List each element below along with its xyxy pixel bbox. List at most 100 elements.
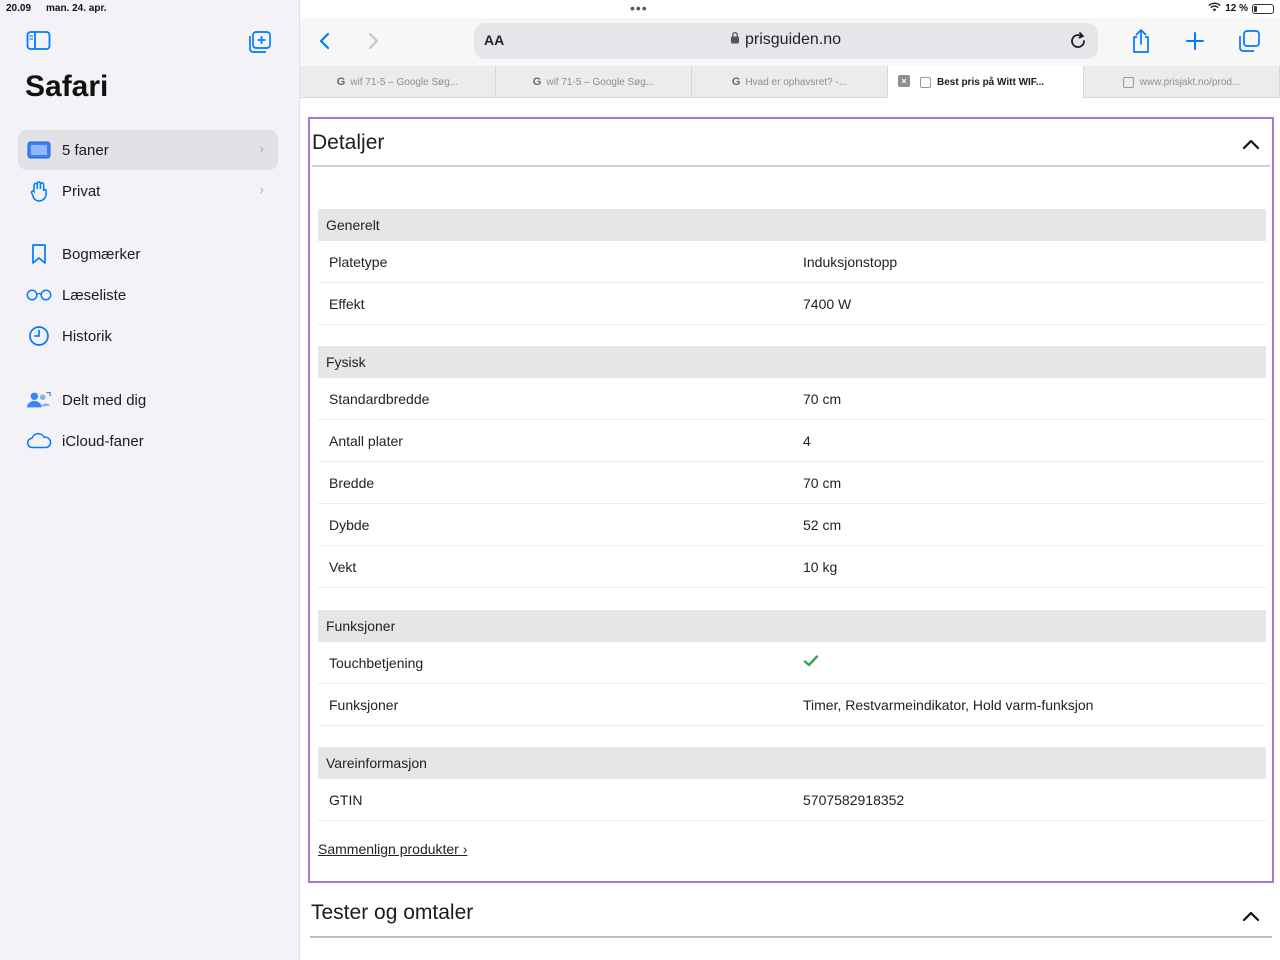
- tab-google-search-3[interactable]: G Hvad er ophavsret? -...: [692, 66, 888, 98]
- section-header: Generelt: [318, 209, 1266, 241]
- reload-icon[interactable]: [1066, 29, 1090, 53]
- status-right: 12 %: [1208, 2, 1274, 15]
- sidebar-item-history[interactable]: Historik: [18, 316, 278, 356]
- chevron-up-icon[interactable]: [1242, 909, 1260, 922]
- tabs-icon: [26, 139, 52, 161]
- wifi-icon: [1208, 2, 1221, 15]
- divider: [312, 165, 1270, 167]
- share-button[interactable]: [1126, 26, 1156, 56]
- table-row: Platetype Induksjonstopp: [318, 241, 1266, 283]
- page-favicon-icon: [920, 76, 931, 88]
- chevron-up-icon[interactable]: [1242, 137, 1260, 150]
- section-header: Vareinformasjon: [318, 747, 1266, 779]
- page-favicon-icon: [1122, 76, 1134, 88]
- row-label: Vekt: [329, 559, 357, 575]
- new-tab-group-icon[interactable]: [247, 30, 273, 54]
- table-row: Vekt 10 kg: [318, 546, 1266, 588]
- row-value: 70 cm: [803, 475, 842, 491]
- cloud-icon: [26, 430, 52, 452]
- tab-prisguiden-active[interactable]: × Best pris på Witt WIF...: [888, 66, 1084, 98]
- row-label: Funksjoner: [329, 697, 399, 713]
- tab-label: www.prisjakt.no/prod...: [1139, 76, 1241, 88]
- row-value: 52 cm: [803, 517, 842, 533]
- sidebar-item-icloud-tabs[interactable]: iCloud-faner: [18, 421, 278, 461]
- sidebar-item-tabs[interactable]: 5 faner ›: [18, 130, 278, 170]
- new-tab-button[interactable]: [1180, 26, 1210, 56]
- address-bar[interactable]: AA prisguiden.no: [474, 23, 1098, 59]
- table-row: Standardbredde 70 cm: [318, 378, 1266, 420]
- table-row: Dybde 52 cm: [318, 504, 1266, 546]
- status-time: 20.09: [6, 3, 32, 14]
- sidebar-item-label: Privat: [62, 182, 101, 200]
- battery-percent: 12 %: [1225, 3, 1248, 14]
- back-button[interactable]: [310, 26, 340, 56]
- tab-label: Best pris på Witt WIF...: [937, 76, 1045, 88]
- multitask-dots[interactable]: •••: [630, 0, 648, 16]
- sidebar: Safari 5 faner › Privat › Bogmærker Læse…: [0, 0, 300, 960]
- close-tab-icon[interactable]: ×: [898, 75, 910, 87]
- shared-people-icon: [26, 389, 52, 411]
- row-label: Antall plater: [329, 433, 403, 449]
- tab-label: wif 71-5 – Google Søg...: [546, 76, 655, 88]
- lock-icon: [730, 31, 740, 49]
- row-value: 4: [803, 433, 811, 449]
- row-label: GTIN: [329, 792, 363, 808]
- row-label: Platetype: [329, 254, 388, 270]
- details-panel: Detaljer Generelt Platetype Induksjonsto…: [308, 117, 1274, 883]
- google-favicon-icon: G: [336, 76, 346, 88]
- row-label: Touchbetjening: [329, 655, 424, 671]
- url-field[interactable]: prisguiden.no: [730, 31, 841, 49]
- sidebar-item-label: Bogmærker: [62, 245, 141, 263]
- bookmark-icon: [26, 243, 52, 265]
- tab-google-search-1[interactable]: G wif 71-5 – Google Søg...: [300, 66, 496, 98]
- row-label: Bredde: [329, 475, 375, 491]
- row-label: Effekt: [329, 296, 365, 312]
- web-content: Detaljer Generelt Platetype Induksjonsto…: [300, 98, 1280, 960]
- row-value: 70 cm: [803, 391, 842, 407]
- reviews-heading[interactable]: Tester og omtaler: [311, 901, 473, 925]
- table-row: Touchbetjening: [318, 642, 1266, 684]
- sidebar-toggle-icon[interactable]: [26, 30, 52, 52]
- table-row: Antall plater 4: [318, 420, 1266, 462]
- sidebar-item-label: Delt med dig: [62, 391, 147, 409]
- sidebar-item-label: iCloud-faner: [62, 432, 144, 450]
- sidebar-item-private[interactable]: Privat ›: [18, 171, 278, 211]
- url-text: prisguiden.no: [745, 31, 842, 48]
- tab-label: Hvad er ophavsret? -...: [745, 76, 848, 88]
- details-heading[interactable]: Detaljer: [312, 131, 384, 155]
- table-row: Effekt 7400 W: [318, 283, 1266, 325]
- tab-overview-button[interactable]: [1234, 26, 1264, 56]
- sidebar-item-bookmarks[interactable]: Bogmærker: [18, 234, 278, 274]
- tab-bar: G wif 71-5 – Google Søg... G wif 71-5 – …: [300, 66, 1280, 98]
- chevron-right-icon: ›: [259, 141, 264, 156]
- tab-google-search-2[interactable]: G wif 71-5 – Google Søg...: [496, 66, 692, 98]
- table-row: GTIN 5707582918352: [318, 779, 1266, 821]
- table-row: Funksjoner Timer, Restvarmeindikator, Ho…: [318, 684, 1266, 726]
- sidebar-item-label: Historik: [62, 327, 113, 345]
- section-header: Funksjoner: [318, 610, 1266, 642]
- row-value: Timer, Restvarmeindikator, Hold varm-fun…: [803, 697, 1094, 713]
- compare-products-link[interactable]: Sammenlign produkter ›: [318, 841, 467, 857]
- sidebar-item-reading-list[interactable]: Læseliste: [18, 275, 278, 315]
- hand-icon: [26, 180, 52, 202]
- section-header: Fysisk: [318, 346, 1266, 378]
- status-bar: 20.09 man. 24. apr. ••• 12 %: [0, 0, 1280, 18]
- checkmark-icon: [803, 654, 819, 668]
- row-value: Induksjonstopp: [803, 254, 898, 270]
- chevron-right-icon: ›: [259, 182, 264, 197]
- sidebar-item-label: 5 faner: [62, 141, 109, 159]
- reader-options-button[interactable]: AA: [484, 32, 504, 48]
- battery-icon: [1252, 3, 1274, 14]
- table-row: Bredde 70 cm: [318, 462, 1266, 504]
- sidebar-item-label: Læseliste: [62, 286, 127, 304]
- row-value: 7400 W: [803, 296, 852, 312]
- forward-button[interactable]: [358, 26, 388, 56]
- tab-prisjakt[interactable]: www.prisjakt.no/prod...: [1084, 66, 1280, 98]
- tab-label: wif 71-5 – Google Søg...: [350, 76, 459, 88]
- glasses-icon: [26, 284, 52, 306]
- row-value: 10 kg: [803, 559, 838, 575]
- sidebar-item-shared-with-you[interactable]: Delt med dig: [18, 380, 278, 420]
- google-favicon-icon: G: [731, 76, 741, 88]
- status-date: man. 24. apr.: [46, 3, 107, 14]
- google-favicon-icon: G: [532, 76, 542, 88]
